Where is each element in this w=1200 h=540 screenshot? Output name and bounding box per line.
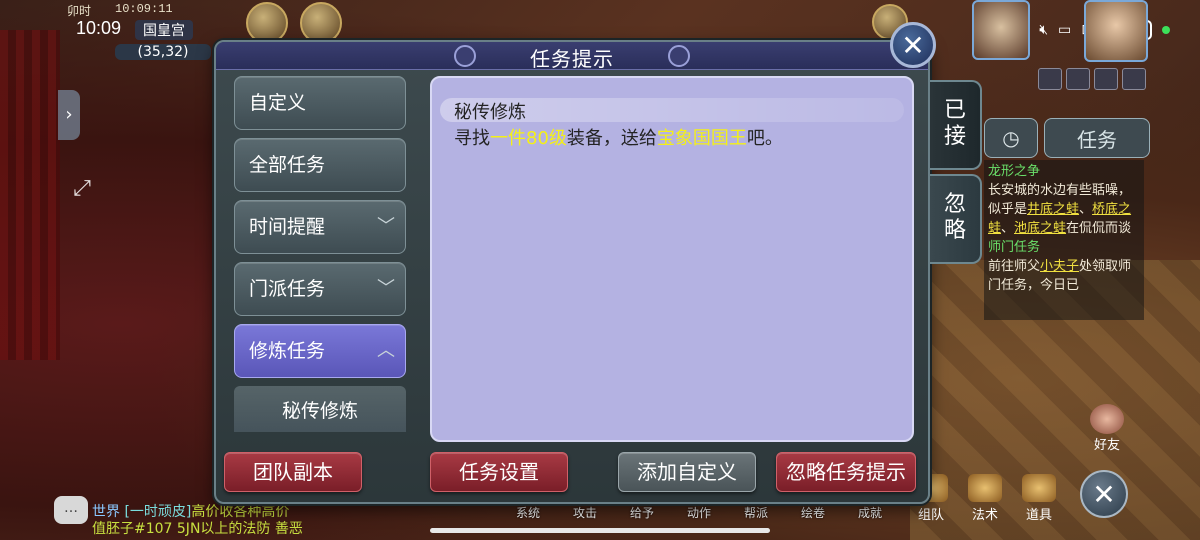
category-all-tasks[interactable]: 全部任务 <box>234 138 406 192</box>
dialog-side-tabs: 已接 忽略 <box>930 80 982 268</box>
task-description: 寻找一件80级装备，送给宝象国国王吧。 <box>454 128 783 149</box>
bottom-bar-item[interactable]: 给予 <box>622 504 662 521</box>
bottom-bar-item[interactable]: 攻击 <box>565 504 605 521</box>
activity-avatar-icon[interactable] <box>300 2 342 44</box>
category-label: 修炼任务 <box>249 340 326 362</box>
task-npc-highlight[interactable]: 宝象国国王 <box>657 128 747 149</box>
team-dungeon-button[interactable]: 团队副本 <box>224 452 362 492</box>
location-coords: (35,32) <box>115 44 211 60</box>
bottom-bar-item[interactable]: 成就 <box>850 504 890 521</box>
buff-icon[interactable] <box>1038 68 1062 90</box>
quest-title[interactable]: 师门任务 <box>988 238 1140 257</box>
bottom-action-bar: 系统 攻击 给予 动作 帮派 绘卷 成就 <box>508 504 890 521</box>
task-category-list: 自定义 全部任务 时间提醒 ﹀ 门派任务 ﹀ 修炼任务 ︿ 秘传修炼 <box>234 76 406 432</box>
task-item-highlight[interactable]: 一件80级 <box>490 128 567 149</box>
privacy-dot-icon <box>1162 26 1170 34</box>
quest-description: 前往师父小夫子处领取师门任务，今日已 <box>988 259 1132 293</box>
chat-message: 高价收各种高价 <box>191 504 290 520</box>
dialog-titlebar: 任务提示 <box>216 42 928 71</box>
game-clock: 10:09:11 <box>115 2 173 16</box>
chat-box[interactable]: 世界 [一时顽皮]高价收各种高价 值胚子#107 5JN以上的法防 善恶 <box>92 504 392 538</box>
buff-icon[interactable] <box>1094 68 1118 90</box>
task-tracker[interactable]: 龙形之争 长安城的水边有些聒噪，似乎是井底之蛙、桥底之蛙、池底之蛙在侃侃而谈 师… <box>984 160 1144 320</box>
task-settings-button[interactable]: 任务设置 <box>430 452 568 492</box>
mute-icon: 🔇︎ <box>1039 22 1049 38</box>
fullscreen-icon[interactable]: ⤢ <box>58 170 106 208</box>
spell-button[interactable]: 法术 <box>964 474 1006 523</box>
category-custom[interactable]: 自定义 <box>234 76 406 130</box>
home-indicator[interactable] <box>430 528 770 533</box>
quest-link[interactable]: 池底之蛙 <box>1014 221 1066 236</box>
chevron-up-icon: ︿ <box>377 340 395 361</box>
game-period-label: 卯时 <box>67 4 92 18</box>
expand-left-arrow-icon[interactable]: › <box>58 90 80 140</box>
bottom-bar-item[interactable]: 动作 <box>679 504 719 521</box>
bottom-bar-item[interactable]: 绘卷 <box>793 504 833 521</box>
chevron-down-icon: ﹀ <box>377 278 395 299</box>
buff-icon[interactable] <box>1122 68 1146 90</box>
ignore-task-hint-button[interactable]: 忽略任务提示 <box>776 452 916 492</box>
bottom-bar-item[interactable]: 系统 <box>508 504 548 521</box>
quest-title[interactable]: 龙形之争 <box>988 162 1140 181</box>
chat-bubble-icon[interactable]: … <box>54 496 88 524</box>
buff-row <box>1038 68 1146 90</box>
buff-icon[interactable] <box>1066 68 1090 90</box>
character-avatar-icon[interactable] <box>246 2 288 44</box>
task-name: 秘传修炼 <box>454 102 526 123</box>
location-name: 国皇宫 <box>135 20 193 40</box>
laptop-icon: ▭ <box>1058 22 1072 38</box>
chat-message: 值胚子#107 5JN以上的法防 善恶 <box>92 521 303 537</box>
friends-icon <box>1090 404 1124 434</box>
tracker-task-tab[interactable]: 任务 <box>1044 118 1150 158</box>
add-custom-button[interactable]: 添加自定义 <box>618 452 756 492</box>
close-menu-button[interactable]: ✕ <box>1080 470 1128 518</box>
bell-icon <box>968 474 1002 502</box>
category-label: 门派任务 <box>249 278 326 300</box>
category-sect-tasks[interactable]: 门派任务 ﹀ <box>234 262 406 316</box>
friends-button[interactable]: 好友 <box>1084 404 1130 453</box>
pet-portrait[interactable] <box>972 0 1030 60</box>
clock-icon[interactable]: ◷ <box>984 118 1038 158</box>
subcategory-secret-cultivation[interactable]: 秘传修炼 <box>234 386 406 432</box>
tab-label: 忽略 <box>943 192 966 243</box>
quest-link[interactable]: 井底之蛙 <box>1027 202 1079 217</box>
category-label: 自定义 <box>249 92 307 114</box>
friends-label: 好友 <box>1093 438 1120 453</box>
tab-ignored[interactable]: 忽略 <box>930 174 982 264</box>
player-portrait[interactable] <box>1084 0 1148 62</box>
chat-channel: 世界 <box>92 504 120 520</box>
category-time-reminder[interactable]: 时间提醒 ﹀ <box>234 200 406 254</box>
chevron-down-icon: ﹀ <box>377 216 395 237</box>
quest-description: 长安城的水边有些聒噪，似乎是井底之蛙、桥底之蛙、池底之蛙在侃侃而谈 <box>988 183 1132 236</box>
dialog-close-button[interactable]: ✕ <box>890 22 936 68</box>
bottom-icon-bar: 组队 法术 道具 <box>910 474 1060 523</box>
task-tracker-header: ◷ 任务 <box>984 118 1150 158</box>
task-detail-panel: 秘传修炼 寻找一件80级装备，送给宝象国国王吧。 <box>430 76 914 442</box>
bottom-bar-item[interactable]: 帮派 <box>736 504 776 521</box>
category-label: 全部任务 <box>249 154 326 176</box>
category-cultivation-tasks[interactable]: 修炼任务 ︿ <box>234 324 406 378</box>
tab-accepted[interactable]: 已接 <box>930 80 982 170</box>
quest-link[interactable]: 小夫子 <box>1040 259 1079 274</box>
inventory-button[interactable]: 道具 <box>1018 474 1060 523</box>
chat-sender[interactable]: [一时顽皮] <box>124 504 191 520</box>
location-hud[interactable]: 卯时 10:09:11 国皇宫 (35,32) <box>55 2 215 66</box>
tab-label: 已接 <box>943 98 966 149</box>
curtain-decoration <box>0 30 60 360</box>
dialog-title: 任务提示 <box>530 47 614 71</box>
category-label: 时间提醒 <box>249 216 326 238</box>
chest-icon <box>1022 474 1056 502</box>
